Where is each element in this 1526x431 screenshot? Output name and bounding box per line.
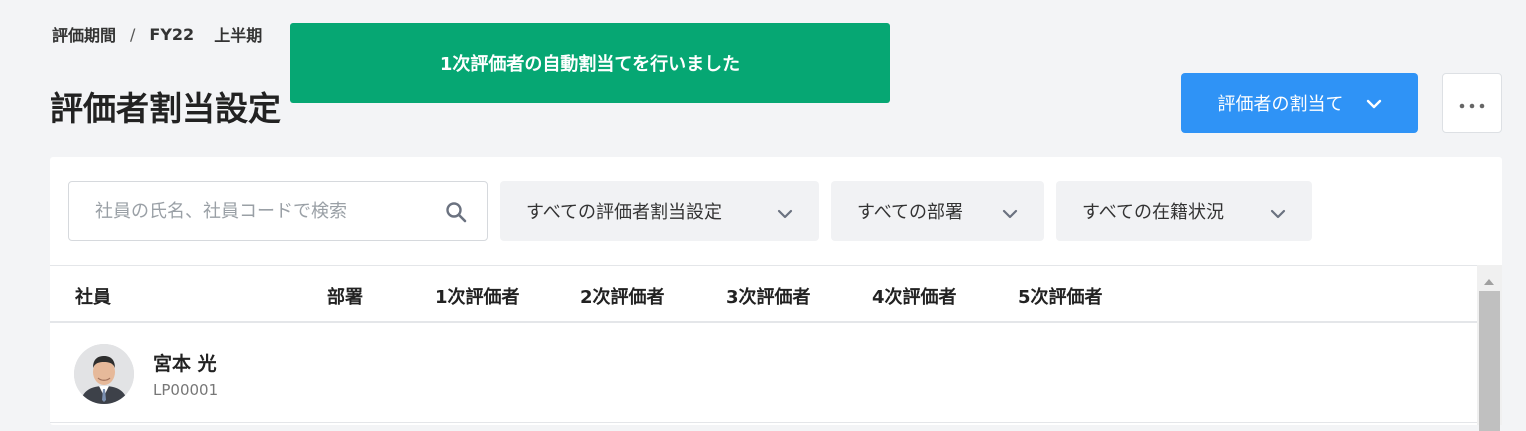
search-icon[interactable] (445, 201, 467, 227)
avatar (74, 344, 134, 404)
filter-assignment-setting[interactable]: すべての評価者割当設定 (500, 181, 819, 241)
scroll-up-icon[interactable] (1483, 271, 1495, 290)
toast-message: 1次評価者の自動割当てを行いました (439, 54, 741, 75)
evaluator-assignment-panel: すべての評価者割当設定 すべての部署 すべての在籍状況 社員 部署 1次評価者 … (50, 157, 1502, 431)
breadcrumb-term: 上半期 (214, 26, 263, 45)
chevron-down-icon (1002, 203, 1018, 224)
vertical-scrollbar[interactable] (1477, 265, 1502, 431)
column-header-evaluator-3: 3次評価者 (726, 287, 811, 308)
page-title: 評価者割当設定 (50, 89, 281, 128)
more-options-button[interactable] (1442, 73, 1502, 133)
breadcrumb: 評価期間 / FY22 上半期 (52, 22, 262, 46)
column-header-evaluator-2: 2次評価者 (580, 287, 665, 308)
column-header-employee: 社員 (75, 287, 111, 308)
filter-employment-status[interactable]: すべての在籍状況 (1056, 181, 1312, 241)
table-row[interactable]: 宮本 光 LP00001 (50, 323, 1477, 423)
table-header: 社員 部署 1次評価者 2次評価者 3次評価者 4次評価者 5次評価者 (50, 265, 1477, 323)
column-header-evaluator-4: 4次評価者 (872, 287, 957, 308)
chevron-down-icon (777, 203, 793, 224)
more-horizontal-icon (1459, 94, 1485, 113)
chevron-down-icon (1270, 203, 1286, 224)
column-header-department: 部署 (327, 287, 363, 308)
filter-label: すべての在籍状況 (1082, 202, 1225, 223)
column-header-evaluator-5: 5次評価者 (1018, 287, 1103, 308)
filter-label: すべての部署 (857, 202, 964, 223)
assign-evaluator-button[interactable]: 評価者の割当て (1181, 73, 1418, 133)
scrollbar-thumb[interactable] (1479, 291, 1500, 431)
search-box (68, 181, 488, 241)
breadcrumb-period: FY22 (149, 24, 195, 44)
breadcrumb-separator: / (130, 24, 136, 44)
column-header-evaluator-1: 1次評価者 (435, 287, 520, 308)
employee-code: LP00001 (153, 381, 219, 399)
success-toast: 1次評価者の自動割当てを行いました (290, 23, 890, 103)
filter-label: すべての評価者割当設定 (526, 202, 723, 223)
chevron-down-icon (1366, 93, 1382, 114)
filter-department[interactable]: すべての部署 (831, 181, 1044, 241)
employee-name[interactable]: 宮本 光 (153, 349, 217, 376)
search-input[interactable] (93, 199, 427, 223)
breadcrumb-root[interactable]: 評価期間 (52, 22, 116, 46)
assign-evaluator-label: 評価者の割当て (1217, 94, 1344, 115)
